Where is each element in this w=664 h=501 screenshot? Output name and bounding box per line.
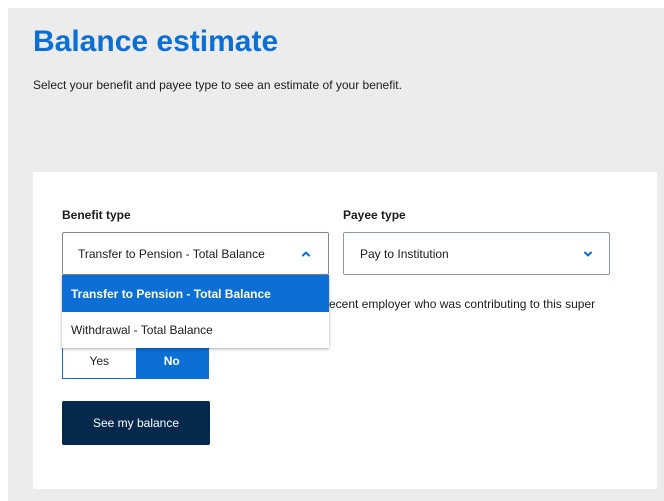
benefit-type-dropdown-menu: Transfer to Pension - Total Balance With… (62, 275, 329, 348)
payee-type-label: Payee type (343, 208, 406, 222)
balance-estimate-page: Balance estimate Select your benefit and… (0, 0, 664, 501)
benefit-type-selected-value: Transfer to Pension - Total Balance (78, 247, 265, 261)
page-title: Balance estimate (33, 25, 279, 58)
chevron-down-icon (584, 251, 592, 257)
benefit-option-withdrawal[interactable]: Withdrawal - Total Balance (62, 312, 329, 348)
payee-type-selected-value: Pay to Institution (360, 247, 449, 261)
benefit-type-select[interactable]: Transfer to Pension - Total Balance (62, 232, 329, 275)
employer-question-text: ecent employer who was contributing to t… (329, 297, 596, 311)
chevron-up-icon (302, 251, 310, 257)
benefit-type-label: Benefit type (62, 208, 131, 222)
payee-type-select[interactable]: Pay to Institution (343, 232, 610, 275)
see-my-balance-button[interactable]: See my balance (62, 401, 210, 445)
page-subtitle: Select your benefit and payee type to se… (33, 78, 402, 92)
benefit-option-transfer-to-pension[interactable]: Transfer to Pension - Total Balance (62, 275, 329, 312)
